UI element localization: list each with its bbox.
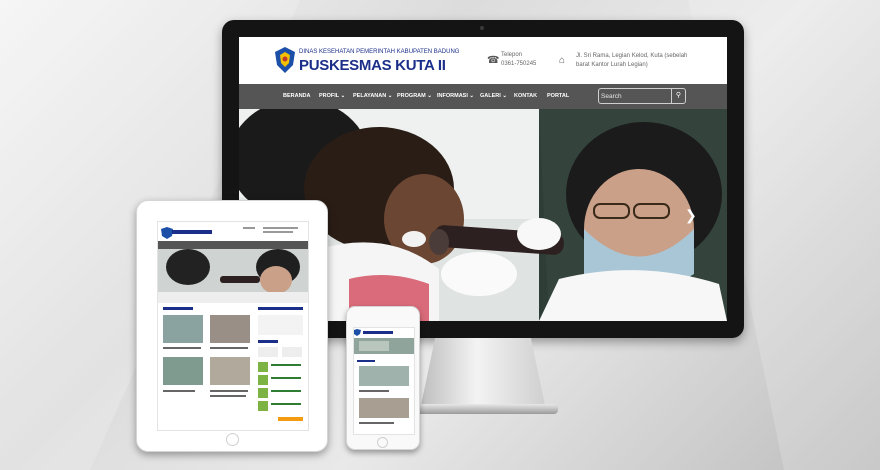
- phone-device: [346, 306, 420, 450]
- nav-item-portal[interactable]: PORTAL: [547, 93, 569, 99]
- chevron-down-icon: ⌄: [387, 93, 393, 99]
- tablet-home-button[interactable]: [226, 433, 239, 446]
- site-header: DINAS KESEHATAN PEMERINTAH KABUPATEN BAD…: [239, 37, 727, 84]
- nav-item-program[interactable]: PROGRAM ⌄: [397, 93, 432, 99]
- home-icon: ⌂: [559, 55, 566, 66]
- chevron-down-icon: ⌄: [340, 93, 346, 99]
- tablet-site-preview: [158, 222, 308, 430]
- tablet-device: [136, 200, 328, 452]
- site-title[interactable]: PUSKESMAS KUTA II: [299, 57, 446, 74]
- nav-item-informasi[interactable]: INFORMASI ⌄: [437, 93, 474, 99]
- phone-number: 0361-750245: [501, 61, 537, 67]
- shield-logo-icon[interactable]: [275, 47, 295, 73]
- nav-item-kontak[interactable]: KONTAK: [514, 93, 537, 99]
- search-box: ⚲: [598, 88, 686, 104]
- search-input[interactable]: [601, 90, 671, 102]
- nav-item-profil[interactable]: PROFIL ⌄: [319, 93, 345, 99]
- phone-screen: [353, 327, 415, 435]
- search-icon[interactable]: ⚲: [671, 89, 685, 103]
- main-nav: BERANDA PROFIL ⌄ PELAYANAN ⌄ PROGRAM ⌄ I…: [239, 84, 727, 109]
- chevron-down-icon: ⌄: [502, 93, 507, 99]
- department-name: DINAS KESEHATAN PEMERINTAH KABUPATEN BAD…: [299, 49, 460, 55]
- phone-label: Telepon: [501, 52, 523, 58]
- chevron-down-icon: ⌄: [469, 93, 475, 99]
- phone-icon: ☎: [487, 55, 500, 66]
- nav-item-pelayanan[interactable]: PELAYANAN ⌄: [353, 93, 392, 99]
- phone-site-preview: [354, 328, 414, 434]
- nav-item-beranda[interactable]: BERANDA: [283, 93, 311, 99]
- webcam: [480, 26, 484, 30]
- tablet-screen: [157, 221, 309, 431]
- phone-home-button[interactable]: [377, 437, 388, 448]
- nav-item-galeri[interactable]: GALERI ⌄: [480, 93, 507, 99]
- monitor-stand: [420, 338, 546, 410]
- address-text: Jl. Sri Rama, Legian Kelod, Kuta (sebela…: [576, 53, 688, 68]
- chevron-right-icon[interactable]: ❯: [685, 207, 697, 224]
- monitor-base: [410, 404, 558, 414]
- chevron-down-icon: ⌄: [427, 93, 432, 99]
